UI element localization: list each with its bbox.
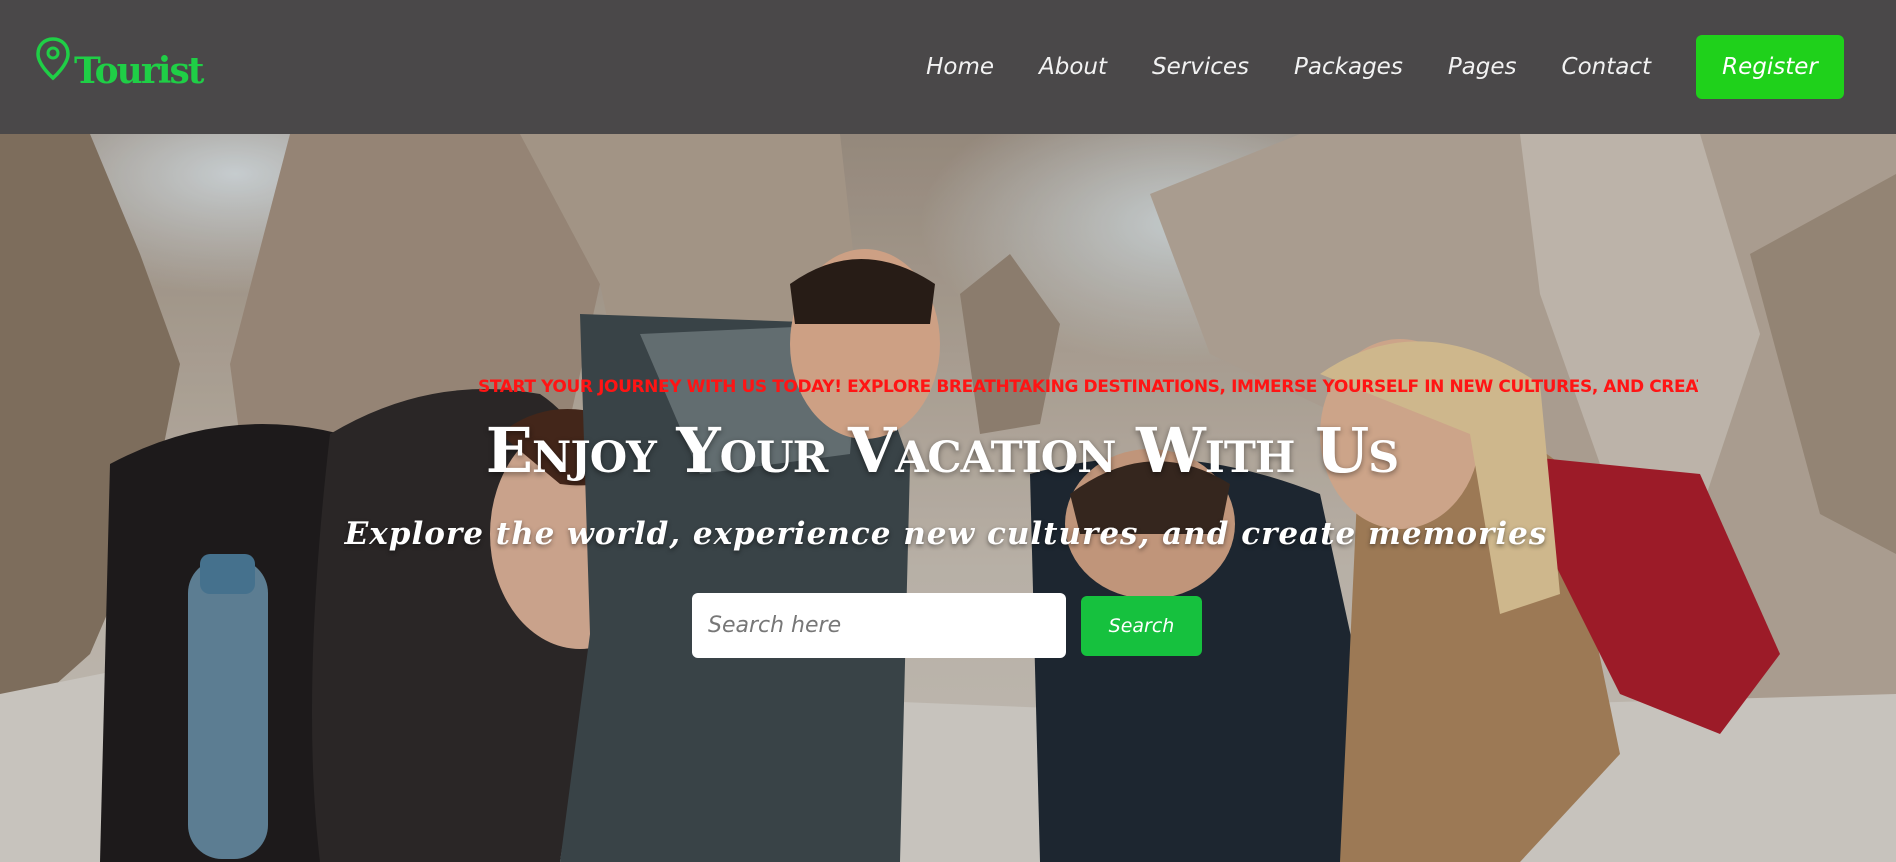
- hero-title-text: Enjoy Your Vacation With Us: [485, 414, 1399, 487]
- hero-subtitle: Explore the world, experience new cultur…: [0, 516, 1896, 552]
- navbar: Tourist Home About Services Packages Pag…: [0, 0, 1896, 134]
- map-pin-icon: [36, 37, 70, 81]
- brand-logo[interactable]: Tourist: [34, 37, 204, 92]
- hero-overlay: [0, 134, 1896, 862]
- brand-name: Tourist: [74, 50, 204, 92]
- hero-title: Enjoy Your Vacation With Us: [0, 414, 1896, 487]
- search-bar: Search: [692, 593, 1202, 658]
- nav-contact[interactable]: Contact: [1562, 54, 1651, 80]
- nav-services[interactable]: Services: [1152, 54, 1249, 80]
- hero-ticker-text: Start your journey with us today! Explor…: [478, 377, 1698, 397]
- ticker-window: Start your journey with us today! Explor…: [478, 377, 1698, 407]
- nav-about[interactable]: About: [1039, 54, 1107, 80]
- nav-pages[interactable]: Pages: [1448, 54, 1517, 80]
- nav-home[interactable]: Home: [926, 54, 994, 80]
- search-button[interactable]: Search: [1081, 595, 1202, 656]
- register-button[interactable]: Register: [1696, 35, 1844, 99]
- nav-packages[interactable]: Packages: [1294, 54, 1403, 80]
- main-nav: Home About Services Packages Pages Conta…: [926, 35, 1844, 99]
- hero-section: Start your journey with us today! Explor…: [0, 134, 1896, 862]
- search-input[interactable]: [692, 593, 1066, 658]
- hero-subtitle-text: Explore the world, experience new cultur…: [344, 516, 1548, 552]
